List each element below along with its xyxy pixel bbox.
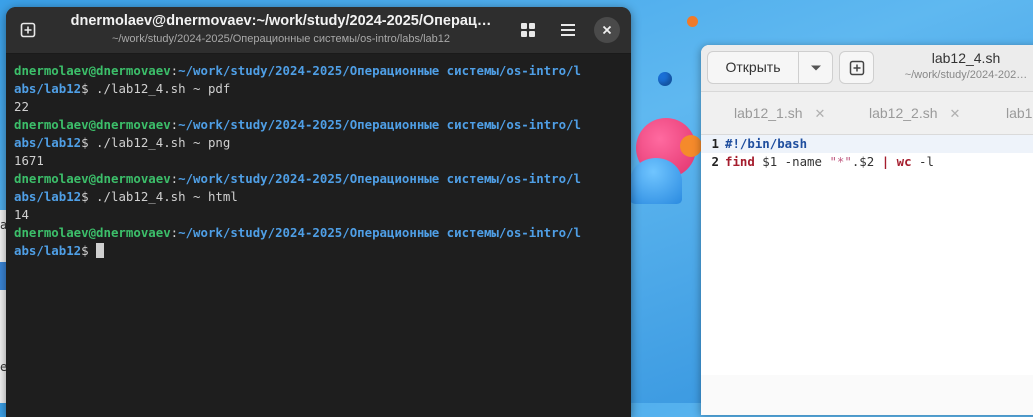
desktop-wallpaper-ball	[687, 16, 698, 27]
text-editor-window[interactable]: Открыть lab12_4.sh ~/work/study/2024-202…	[701, 45, 1033, 415]
prompt-separator: :	[170, 63, 179, 78]
window-title: dnermolaev@dnermovaev:~/work/study/2024-…	[70, 13, 492, 29]
prompt-path: ~/work/study/2024-2025/Операционные сист…	[178, 117, 581, 132]
prompt-user-host: dnermolaev@dnermovaev	[14, 117, 171, 132]
command-text: $ ./lab12_4.sh ~ png	[81, 135, 231, 150]
hamburger-menu-icon	[561, 24, 575, 36]
prompt-path: abs/lab12	[14, 189, 82, 204]
terminal-output-line: 22	[14, 99, 29, 114]
chevron-down-icon	[810, 65, 821, 70]
terminal-window[interactable]: dnermolaev@dnermovaev:~/work/study/2024-…	[6, 7, 631, 417]
prompt-user-host: dnermolaev@dnermovaev	[14, 171, 171, 186]
grid-icon	[521, 23, 535, 37]
tab-lab12-partial[interactable]: lab1	[1006, 92, 1032, 134]
code-text: -l	[911, 154, 934, 169]
close-tab-icon[interactable]: ✕	[950, 106, 961, 121]
prompt-path: ~/work/study/2024-2025/Операционные сист…	[178, 225, 581, 240]
tab-label: lab1	[1006, 105, 1033, 121]
prompt-separator: :	[170, 225, 179, 240]
code-line: 1 #!/bin/bash	[701, 135, 1033, 153]
editor-header-bar[interactable]: Открыть lab12_4.sh ~/work/study/2024-202…	[701, 45, 1033, 92]
document-path: ~/work/study/2024-202…	[904, 69, 1028, 81]
new-document-button[interactable]	[839, 51, 874, 84]
terminal-line: dnermolaev@dnermovaev:~/work/study/2024-…	[14, 224, 631, 242]
terminal-line: dnermolaev@dnermovaev:~/work/study/2024-…	[14, 62, 631, 80]
open-button[interactable]: Открыть	[708, 52, 799, 83]
string-literal: "*"	[829, 154, 852, 169]
close-icon	[602, 25, 612, 35]
editor-tab-bar: lab12_1.sh ✕ lab12_2.sh ✕ lab1	[701, 92, 1033, 135]
terminal-cursor	[96, 243, 105, 258]
new-tab-button[interactable]	[13, 15, 43, 45]
line-number: 2	[711, 154, 719, 169]
tab-label: lab12_2.sh	[869, 105, 938, 121]
new-tab-icon	[20, 22, 36, 38]
terminal-header-bar[interactable]: dnermolaev@dnermovaev:~/work/study/2024-…	[6, 7, 631, 54]
command-text: $ ./lab12_4.sh ~ pdf	[81, 81, 231, 96]
tab-lab12-2[interactable]: lab12_2.sh ✕	[869, 92, 960, 134]
line-number: 1	[711, 136, 719, 151]
code-text: .$2	[851, 154, 882, 169]
tab-overview-button[interactable]	[513, 15, 543, 45]
terminal-line: abs/lab12$	[14, 242, 631, 260]
prompt-path: abs/lab12	[14, 81, 82, 96]
prompt-path: ~/work/study/2024-2025/Операционные сист…	[178, 171, 581, 186]
terminal-line: abs/lab12$ ./lab12_4.sh ~ html	[14, 188, 631, 206]
code-text: $1 -name	[754, 154, 830, 169]
tab-lab12-1[interactable]: lab12_1.sh ✕	[734, 92, 825, 134]
terminal-output-line: 14	[14, 207, 29, 222]
main-menu-button[interactable]	[553, 15, 583, 45]
prompt-path: abs/lab12	[14, 243, 82, 258]
keyword-find: find	[725, 154, 755, 169]
prompt-user-host: dnermolaev@dnermovaev	[14, 225, 171, 240]
prompt-separator: :	[170, 171, 179, 186]
terminal-line: dnermolaev@dnermovaev:~/work/study/2024-…	[14, 116, 631, 134]
desktop-wallpaper-umbrella	[630, 158, 682, 204]
prompt-path: abs/lab12	[14, 135, 82, 150]
open-recent-dropdown[interactable]	[799, 52, 832, 83]
terminal-line: abs/lab12$ ./lab12_4.sh ~ pdf	[14, 80, 631, 98]
command-text: $	[81, 243, 97, 258]
close-tab-icon[interactable]: ✕	[815, 106, 826, 121]
code-line: 2 find $1 -name "*".$2 | wc -l	[701, 153, 1033, 171]
desktop-wallpaper-ball	[680, 135, 702, 157]
code-editor[interactable]: 1 #!/bin/bash 2 find $1 -name "*".$2 | wc …	[701, 135, 1033, 375]
document-title: lab12_4.sh	[931, 50, 1001, 66]
prompt-user-host: dnermolaev@dnermovaev	[14, 63, 171, 78]
shebang: #!/bin/bash	[725, 136, 808, 151]
new-tab-icon	[849, 60, 864, 75]
terminal-output[interactable]: dnermolaev@dnermovaev:~/work/study/2024-…	[6, 54, 631, 260]
open-file-split-button: Открыть	[707, 51, 833, 84]
command-text: $ ./lab12_4.sh ~ html	[81, 189, 238, 204]
terminal-line: abs/lab12$ ./lab12_4.sh ~ png	[14, 134, 631, 152]
prompt-separator: :	[170, 117, 179, 132]
keyword-wc: wc	[896, 154, 912, 169]
terminal-output-line: 1671	[14, 153, 44, 168]
window-subtitle: ~/work/study/2024-2025/Операционные сист…	[111, 33, 450, 45]
tab-label: lab12_1.sh	[734, 105, 803, 121]
terminal-line: dnermolaev@dnermovaev:~/work/study/2024-…	[14, 170, 631, 188]
prompt-path: ~/work/study/2024-2025/Операционные сист…	[178, 63, 581, 78]
close-button[interactable]	[594, 17, 620, 43]
desktop-wallpaper-ball	[658, 72, 672, 86]
